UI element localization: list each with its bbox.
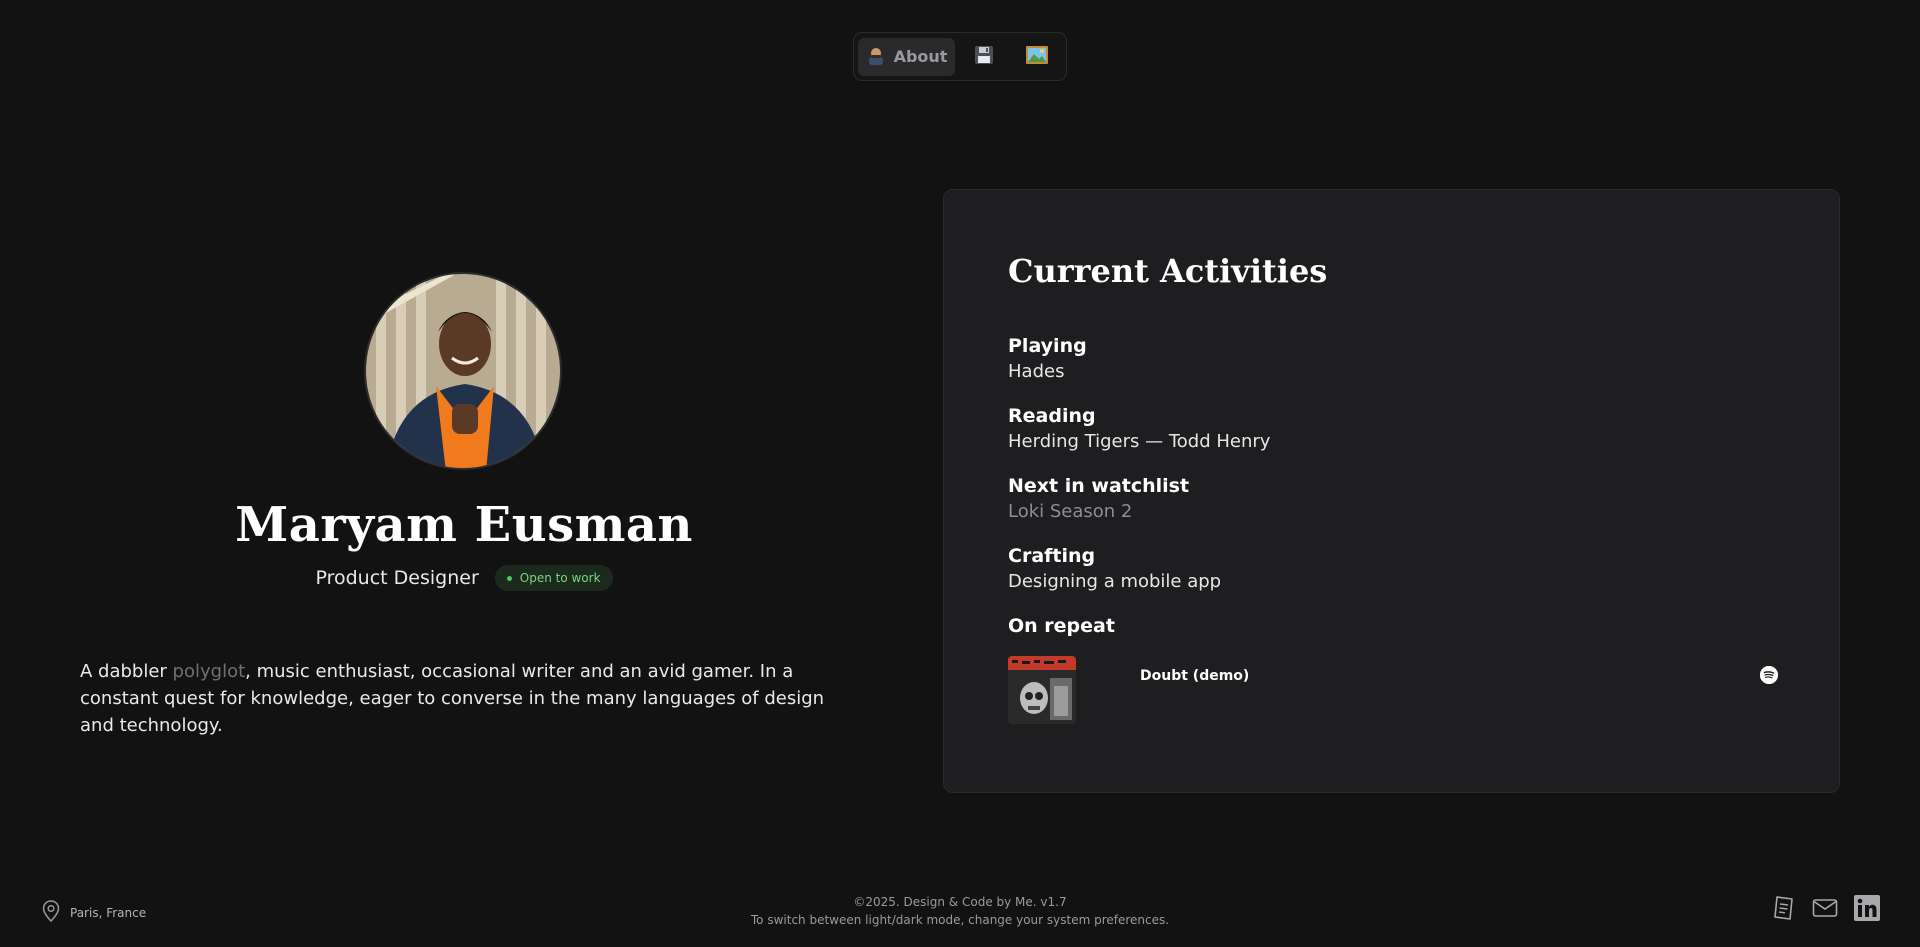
footer-center: ©2025. Design & Code by Me. v1.7 To swit… <box>0 893 1920 929</box>
person-emoji-icon <box>866 45 886 69</box>
activity-reading: Reading Herding Tigers — Todd Henry <box>1008 403 1270 455</box>
activity-value: Herding Tigers — Todd Henry <box>1008 431 1271 452</box>
activity-label: Playing <box>1008 335 1087 357</box>
album-cover <box>1008 656 1076 724</box>
profile-role: Product Designer <box>315 567 479 589</box>
activity-watchlist: Next in watchlist Loki Season 2 <box>1008 473 1189 525</box>
footer-social-links <box>1772 895 1880 925</box>
profile-bio: A dabbler polyglot, music enthusiast, oc… <box>80 658 860 739</box>
mail-icon[interactable] <box>1812 897 1838 923</box>
bio-highlight: polyglot <box>172 661 246 682</box>
activities-title: Current Activities <box>1008 252 1328 290</box>
activity-value: Hades <box>1008 361 1065 382</box>
activity-label: Next in watchlist <box>1008 475 1190 497</box>
activity-label: Reading <box>1008 405 1096 427</box>
profile-name: Maryam Eusman <box>235 497 693 553</box>
role-row: Product Designer Open to work <box>0 565 928 591</box>
footer-note: To switch between light/dark mode, chang… <box>750 913 1170 927</box>
activity-crafting: Crafting Designing a mobile app <box>1008 543 1221 595</box>
tab-projects[interactable] <box>959 38 1009 76</box>
top-nav: About <box>853 32 1067 81</box>
activity-value: Designing a mobile app <box>1008 571 1222 592</box>
framed-picture-icon <box>1026 45 1049 69</box>
spotify-icon[interactable] <box>1760 666 1778 684</box>
notebook-icon[interactable] <box>1772 895 1796 925</box>
activity-playing: Playing Hades <box>1008 333 1087 385</box>
activity-value: Loki Season 2 <box>1008 501 1133 522</box>
tab-about-label: About <box>893 47 948 66</box>
activity-label: On repeat <box>1008 615 1115 637</box>
footer-copyright: ©2025. Design & Code by Me. v1.7 <box>853 895 1067 909</box>
tab-gallery[interactable] <box>1013 38 1063 76</box>
activity-on-repeat: On repeat <box>1008 613 1115 639</box>
activities-card: Current Activities Playing Hades Reading… <box>943 189 1840 793</box>
bio-prefix: A dabbler <box>80 661 173 682</box>
avatar <box>364 272 562 470</box>
status-dot-icon <box>506 575 512 581</box>
linkedin-icon[interactable] <box>1854 895 1880 925</box>
activity-label: Crafting <box>1008 545 1096 567</box>
floppy-disk-icon <box>974 45 994 69</box>
tab-about[interactable]: About <box>858 37 956 76</box>
track-item[interactable]: Doubt (demo) <box>1008 656 1778 726</box>
status-badge: Open to work <box>494 565 613 591</box>
track-name: Doubt (demo) <box>1140 668 1250 684</box>
status-badge-label: Open to work <box>519 571 601 585</box>
